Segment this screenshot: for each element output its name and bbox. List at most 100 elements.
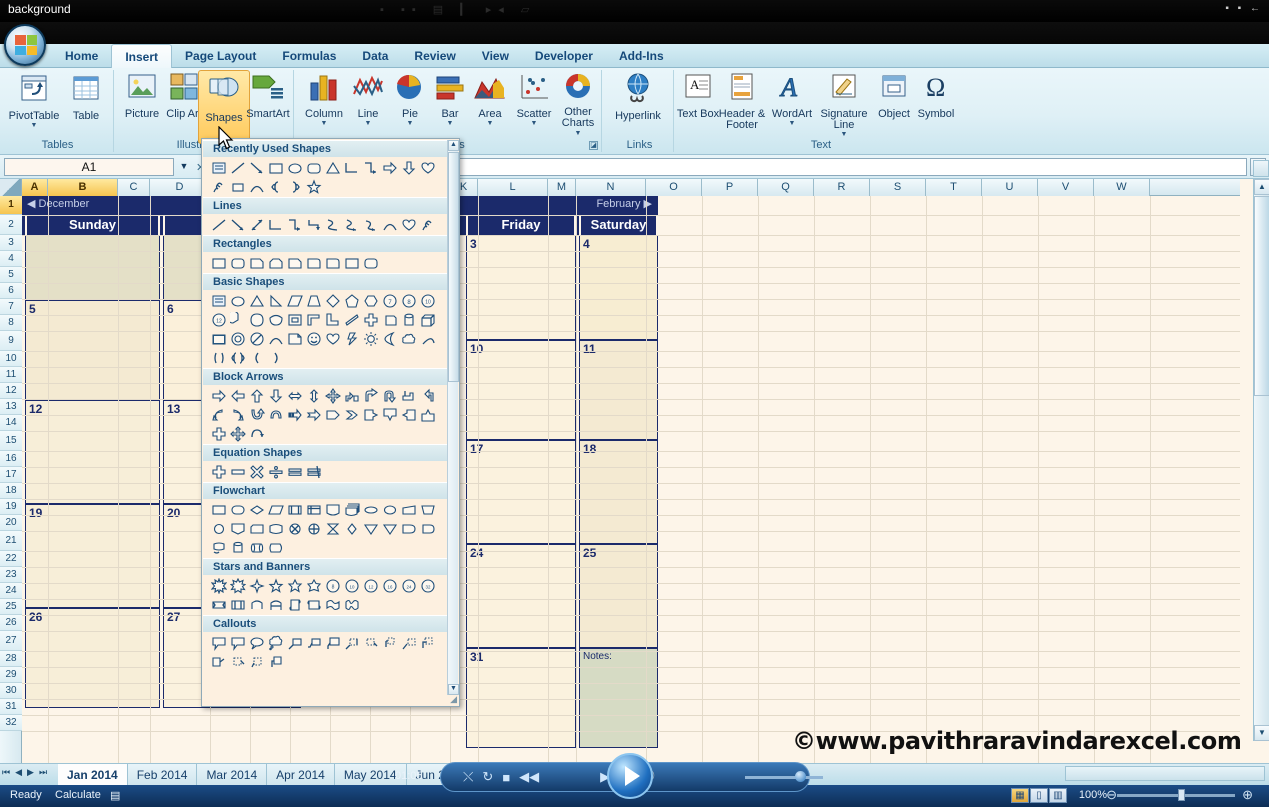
pivottable-dropdown-icon[interactable]: ▼	[8, 122, 60, 129]
shape-curve3-icon[interactable]	[361, 215, 380, 234]
row-header-9[interactable]: 9	[0, 331, 22, 351]
volume-slider-knob[interactable]	[795, 771, 806, 782]
shape-co-ab6-icon[interactable]	[266, 652, 285, 671]
shape-rect-icon[interactable]	[342, 253, 361, 272]
play-icon[interactable]	[607, 753, 653, 799]
shape-expl2-icon[interactable]	[228, 576, 247, 595]
column-header-c[interactable]: C	[118, 179, 150, 196]
row-header-28[interactable]: 28	[0, 651, 22, 667]
shape-co-ab3-icon[interactable]	[209, 652, 228, 671]
shape-fc-data-icon[interactable]	[266, 500, 285, 519]
shape-ribbon3-icon[interactable]	[247, 595, 266, 614]
tab-addins[interactable]: Add-Ins	[606, 44, 677, 68]
normal-view-icon[interactable]: ▦	[1011, 788, 1029, 803]
shape-triangle-icon[interactable]	[247, 291, 266, 310]
shape-lightning-icon[interactable]	[342, 329, 361, 348]
shapes-scroll-up-icon[interactable]: ▲	[448, 140, 459, 151]
shape-teardrop-icon[interactable]	[247, 310, 266, 329]
shape-star5-icon[interactable]	[266, 576, 285, 595]
shape-frame-icon[interactable]	[285, 310, 304, 329]
ribbon-button-header-footer[interactable]: Header & Footer	[716, 72, 768, 132]
shape-elbow-icon[interactable]	[342, 158, 361, 177]
row-header-19[interactable]: 19	[0, 499, 22, 515]
video-window-buttons[interactable]: ▪ ▪ ←	[1225, 3, 1263, 14]
shape-line-icon[interactable]	[209, 215, 228, 234]
tab-formulas[interactable]: Formulas	[269, 44, 349, 68]
row-header-11[interactable]: 11	[0, 367, 22, 383]
name-box[interactable]: A1	[4, 158, 174, 176]
column-header-n[interactable]: N	[576, 179, 646, 196]
row-header-10[interactable]: 10	[0, 351, 22, 367]
charts-dialog-launcher-icon[interactable]: ◪	[589, 141, 598, 150]
row-header-15[interactable]: 15	[0, 431, 22, 451]
ribbon-button-pivottable[interactable]: PivotTable ▼	[8, 72, 60, 129]
shape-co-acc1-icon[interactable]	[342, 633, 361, 652]
shape-scroll-v-icon[interactable]	[285, 595, 304, 614]
row-header-4[interactable]: 4	[0, 251, 22, 267]
select-all-corner[interactable]	[0, 179, 22, 196]
shape-notched-icon[interactable]	[304, 405, 323, 424]
shape-co-cloud-icon[interactable]	[266, 633, 285, 652]
row-header-29[interactable]: 29	[0, 667, 22, 683]
shape-triangle-icon[interactable]	[323, 158, 342, 177]
column-header-b[interactable]: B	[48, 179, 118, 196]
shape-cube2-icon[interactable]	[380, 310, 399, 329]
shape-arc-icon[interactable]	[247, 177, 266, 196]
shape-elbow3-icon[interactable]	[304, 215, 323, 234]
column-header-q[interactable]: Q	[758, 179, 814, 196]
shape-elbow2-icon[interactable]	[361, 158, 380, 177]
shuffle-icon[interactable]: ⤬	[463, 769, 473, 785]
row-header-26[interactable]: 26	[0, 615, 22, 631]
shape-bentarrow3-icon[interactable]	[418, 386, 437, 405]
shape-fc-mag-icon[interactable]	[209, 538, 228, 557]
row-header-30[interactable]: 30	[0, 683, 22, 699]
shape-fc-sum-icon[interactable]	[304, 519, 323, 538]
shape-curvearrow4-icon[interactable]	[266, 405, 285, 424]
row-header-18[interactable]: 18	[0, 483, 22, 499]
shape-curve1-icon[interactable]	[323, 215, 342, 234]
rewind-icon[interactable]: ◀◀	[519, 769, 539, 785]
column-header-r[interactable]: R	[814, 179, 870, 196]
shape-fc-disk-icon[interactable]	[228, 538, 247, 557]
vertical-scroll-thumb[interactable]	[1254, 196, 1269, 396]
column-header-p[interactable]: P	[702, 179, 758, 196]
shape-cloud-icon[interactable]	[399, 329, 418, 348]
shape-barrow-r-icon[interactable]	[209, 386, 228, 405]
daycell-fri-w3[interactable]: 17	[466, 440, 576, 544]
sheet-tab-feb-2014[interactable]: Feb 2014	[127, 764, 198, 786]
shape-barrow-u-icon[interactable]	[247, 386, 266, 405]
shape-snipround-icon[interactable]	[285, 253, 304, 272]
repeat-icon[interactable]: ↻	[482, 769, 493, 785]
daycell-sun-w4[interactable]: 19	[25, 504, 160, 608]
shape-plaque-icon[interactable]	[209, 329, 228, 348]
horizontal-scrollbar[interactable]	[1065, 766, 1265, 781]
zoom-out-icon[interactable]: ⊖	[1106, 787, 1117, 803]
shape-circ-arrow-icon[interactable]	[247, 424, 266, 443]
shape-star5-icon[interactable]	[304, 177, 323, 196]
column-header-t[interactable]: T	[926, 179, 982, 196]
ribbon-button-signature-line[interactable]: Signature Line ▼	[818, 72, 870, 138]
shape-dodec-icon[interactable]: 12	[209, 310, 228, 329]
vertical-scrollbar[interactable]: ▲ ▼	[1253, 179, 1269, 741]
shape-brackets-icon[interactable]	[209, 348, 228, 367]
ribbon-button-table[interactable]: Table	[60, 72, 112, 122]
shape-oval-icon[interactable]	[285, 158, 304, 177]
shape-elbow-icon[interactable]	[266, 215, 285, 234]
ribbon-button-smartart[interactable]: SmartArt	[242, 72, 294, 120]
shape-cross-icon[interactable]	[361, 310, 380, 329]
zoom-in-icon[interactable]: ⊕	[1242, 787, 1253, 803]
shape-hept-icon[interactable]: 7	[380, 291, 399, 310]
shape-rect-icon[interactable]	[209, 253, 228, 272]
prev-sheet-icon[interactable]: ◀	[15, 767, 22, 778]
shape-round2-icon[interactable]	[323, 253, 342, 272]
shape-quad-cross-icon[interactable]	[228, 424, 247, 443]
shape-star8-icon[interactable]: 8	[323, 576, 342, 595]
shape-arc-icon[interactable]	[266, 329, 285, 348]
split-handle[interactable]	[1253, 160, 1269, 177]
first-sheet-icon[interactable]: ⏮	[2, 767, 10, 778]
shape-line-icon[interactable]	[228, 158, 247, 177]
shape-diag-icon[interactable]	[342, 310, 361, 329]
shape-textbox-icon[interactable]	[209, 291, 228, 310]
shape-roundrect-icon[interactable]	[304, 158, 323, 177]
column-header-o[interactable]: O	[646, 179, 702, 196]
